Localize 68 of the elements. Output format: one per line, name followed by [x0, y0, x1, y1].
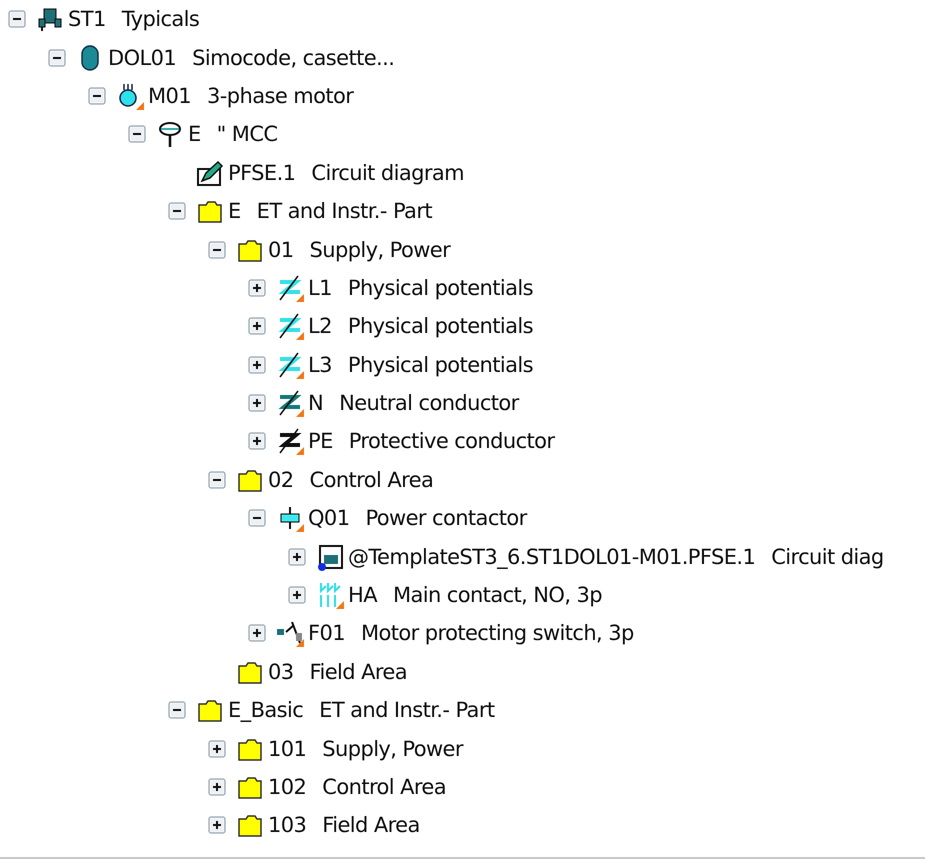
node-code[interactable]: 103 [268, 813, 306, 838]
node-code[interactable]: Q01 [308, 506, 350, 530]
collapse-toggle[interactable] [128, 125, 146, 144]
node-code[interactable]: E [228, 199, 241, 224]
expand-toggle[interactable] [208, 778, 226, 796]
node-code[interactable]: 01 [268, 238, 294, 262]
node-code[interactable]: M01 [148, 84, 192, 108]
edit-document-icon [196, 158, 224, 187]
collapse-toggle[interactable] [208, 470, 226, 489]
node-label[interactable]: Physical potentials [348, 314, 533, 338]
node-code[interactable]: PE [308, 429, 333, 454]
node-code[interactable]: E_Basic [228, 698, 304, 722]
node-code[interactable]: E [188, 122, 201, 146]
document-icon [316, 542, 344, 571]
node-label[interactable]: 3-phase motor [207, 84, 354, 108]
expand-toggle[interactable] [248, 317, 266, 336]
expand-toggle[interactable] [248, 356, 266, 374]
node-label[interactable]: Supply, Power [310, 238, 450, 262]
node-label[interactable]: Simocode, casette... [192, 46, 394, 70]
collapse-toggle[interactable] [8, 10, 26, 28]
expand-toggle[interactable] [248, 624, 266, 642]
collapse-toggle[interactable] [168, 701, 186, 720]
expand-toggle[interactable] [288, 548, 306, 566]
node-code[interactable]: 03 [268, 660, 294, 684]
node-label[interactable]: Circuit diagram [311, 160, 464, 185]
node-code[interactable]: 02 [268, 468, 294, 492]
node-label[interactable]: Main contact, NO, 3p [392, 583, 602, 608]
collapse-toggle[interactable] [168, 202, 186, 220]
node-code[interactable]: DOL01 [108, 46, 176, 70]
node-label[interactable]: Supply, Power [322, 736, 463, 761]
node-label[interactable]: Field Area [322, 813, 420, 838]
node-label[interactable]: " MCC [216, 122, 278, 146]
switch-icon [276, 619, 304, 648]
node-code[interactable]: L3 [308, 352, 332, 377]
node-label[interactable]: Neutral conductor [339, 391, 519, 416]
collapse-toggle[interactable] [248, 509, 266, 528]
node-label[interactable]: Motor protecting switch, 3p [361, 621, 634, 646]
expand-toggle[interactable] [248, 394, 266, 412]
node-label[interactable]: Typicals [122, 7, 200, 32]
node-code[interactable]: @TemplateST3_6.ST1DOL01-M01.PFSE.1 [348, 544, 756, 569]
node-label[interactable]: Field Area [310, 660, 408, 684]
node-code[interactable]: HA [348, 583, 377, 608]
node-code[interactable]: N [308, 391, 324, 416]
node-code[interactable]: L2 [308, 314, 332, 338]
pin-icon [156, 120, 184, 148]
node-code[interactable]: ST1 [68, 7, 106, 32]
node-label[interactable]: Physical potentials [348, 352, 533, 377]
node-code[interactable]: PFSE.1 [228, 160, 296, 185]
node-label[interactable]: Control Area [310, 468, 434, 492]
node-label[interactable]: Protective conductor [348, 429, 554, 454]
expand-toggle[interactable] [288, 586, 306, 604]
expand-toggle[interactable] [208, 816, 226, 834]
node-code[interactable]: 102 [268, 775, 306, 799]
collapse-toggle[interactable] [88, 86, 106, 105]
node-label[interactable]: Circuit diag [771, 544, 884, 569]
expand-toggle[interactable] [248, 432, 266, 450]
node-label[interactable]: ET and Instr.- Part [256, 199, 432, 224]
expand-toggle[interactable] [248, 278, 266, 297]
node-label[interactable]: Physical potentials [348, 276, 533, 300]
node-code[interactable]: L1 [308, 276, 332, 300]
collapse-toggle[interactable] [208, 240, 226, 259]
node-label[interactable]: ET and Instr.- Part [319, 698, 494, 722]
expand-toggle[interactable] [208, 740, 226, 758]
node-label[interactable]: Power contactor [365, 506, 527, 530]
node-label[interactable]: Control Area [322, 775, 446, 799]
collapse-toggle[interactable] [48, 48, 66, 67]
node-code[interactable]: F01 [308, 621, 346, 646]
node-code[interactable]: 101 [268, 736, 306, 761]
